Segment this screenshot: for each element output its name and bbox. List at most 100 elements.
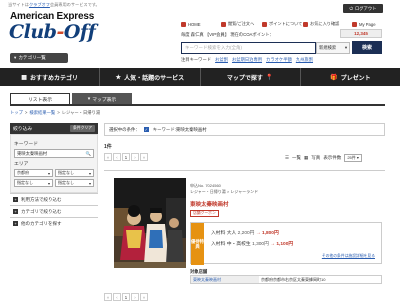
prev-page-button[interactable]: ‹ (113, 293, 121, 301)
nav-label: プレゼント (340, 75, 371, 82)
search-button[interactable]: 検索 (352, 41, 382, 54)
brand-logo[interactable]: Club-Off (9, 21, 96, 43)
hot-keyword[interactable]: お盆割 (215, 57, 228, 63)
stores-table: 東映太秦映画村 京都府京都市右京区太秦東蜂岡町10 (190, 275, 382, 284)
grid-view-icon[interactable]: ▦ (304, 155, 308, 161)
price-label: 入村料 大人 (211, 231, 237, 236)
side-link-label: カテゴリで絞り込む (21, 208, 62, 214)
filter-by-usage[interactable]: + 利用方法で絞り込む (10, 193, 98, 205)
notice-suffix: 会員専用のサービスです。 (49, 2, 100, 7)
keyword-label: キーワード (14, 142, 38, 147)
nav-mypage[interactable]: My Page (359, 22, 376, 27)
chevron-down-icon: ▾ (344, 45, 347, 50)
plus-icon: + (13, 221, 18, 226)
nav-recommended[interactable]: ▦ おすすめカテゴリ (0, 68, 101, 86)
pagination-top: « ‹ 1 › » (104, 153, 148, 161)
keyword-value: 東映太秦映画村 (17, 150, 48, 156)
nav-map[interactable]: マップで探す 📍 (201, 68, 301, 86)
area-select-value: 指定なし (17, 180, 33, 185)
product-name[interactable]: 東映太秦映画村 (190, 200, 229, 208)
store-name[interactable]: 東映太秦映画村 (191, 276, 259, 283)
more-conditions-link[interactable]: その他の条件は施設詳細を見る (322, 254, 375, 259)
nav-points[interactable]: ポイントについて (269, 21, 302, 27)
coupon-badge: 店舗クーポン (190, 210, 219, 217)
hot-keyword[interactable]: 九州旅割 (296, 57, 313, 63)
nav-label: マップで探す (226, 75, 263, 82)
next-page-button[interactable]: › (131, 293, 139, 301)
breadcrumb: トップ > 検索結果一覧 > レジャー・日帰り湯 (10, 110, 100, 116)
prev-page-button[interactable]: ‹ (113, 153, 121, 161)
page-number[interactable]: 1 (122, 153, 130, 161)
plus-icon: + (13, 197, 18, 202)
home-icon (181, 21, 186, 27)
result-count: 1件 (104, 144, 112, 150)
user-info: 毎度 森仁真 【VIP会員】 現在のCOAポイント： (181, 32, 274, 38)
list-view-label[interactable]: 一覧 (292, 155, 301, 161)
category-button-label: カテゴリ一覧 (18, 55, 46, 60)
last-page-button[interactable]: » (140, 293, 148, 301)
hot-keyword[interactable]: お盆期日泊専用 (232, 57, 262, 63)
nav-label: 人気・話題のサービス (124, 75, 185, 82)
first-page-button[interactable]: « (104, 293, 112, 301)
hot-keyword[interactable]: カラオケ半額 (266, 57, 292, 63)
top-nav-points: ポイントについて (262, 20, 302, 28)
menu-icon: ▾ (14, 55, 17, 60)
price-sale: 1,100円 (276, 242, 294, 247)
next-page-button[interactable]: › (131, 153, 139, 161)
nav-label: おすすめカテゴリ (29, 75, 78, 82)
area-select-value: 指定なし (58, 170, 74, 175)
benefit-tag: 優待特典 (191, 223, 204, 265)
logout-label: ログアウト (354, 5, 377, 11)
check-icon[interactable]: ✓ (143, 127, 149, 132)
per-page-select[interactable]: 25件 ▾ (344, 154, 362, 162)
main-nav: ▦ おすすめカテゴリ ★ 人気・話題のサービス マップで探す 📍 🎁 プレゼント (0, 68, 400, 86)
active-filter-chip[interactable]: キーワード:東映太秦映画村 (153, 127, 207, 133)
clear-filter-button[interactable]: 条件クリア (70, 125, 95, 132)
notice-prefix: 当サイトは (8, 2, 29, 7)
crumb-sep: > (24, 110, 28, 115)
arrow-icon: → (255, 231, 261, 236)
brand-club: Club (9, 21, 57, 43)
other-category[interactable]: + 他のカテゴリを探す (10, 217, 98, 229)
nav-history[interactable]: 閲覧/ご注文へ (228, 21, 254, 27)
area-select[interactable]: 京都府 ▾ (14, 169, 53, 177)
price-adult: 入村料 大人 2,200円 → 1,800円 (211, 229, 279, 236)
sidebar-body: キーワード 東映太秦映画村 🔍 エリア 京都府 ▾ 指定なし ▾ 指定なし ▾ 指定なし… (10, 134, 98, 193)
area-select[interactable]: 指定なし ▾ (55, 169, 94, 177)
category-list-button[interactable]: ▾ カテゴリ一覧 (10, 53, 68, 63)
nav-favorites[interactable]: お気に入り確認 (310, 21, 339, 27)
notice-link[interactable]: クラブオフ (29, 2, 50, 7)
search-mode-select[interactable]: 新規検索 ▾ (316, 42, 350, 54)
arrow-icon: → (270, 242, 276, 247)
nav-home[interactable]: HOME (188, 22, 201, 27)
search-input[interactable]: キーワード検索を入力(全角) (181, 42, 316, 54)
product-category: レジャー・日帰り湯 > レジャーランド (190, 189, 259, 194)
top-nav-mypage: My Page (352, 20, 376, 28)
page-number[interactable]: 1 (122, 293, 130, 301)
area-select[interactable]: 指定なし ▾ (14, 179, 53, 187)
first-page-button[interactable]: « (104, 153, 112, 161)
grid-view-label[interactable]: 写真 (311, 155, 320, 161)
filter-by-category[interactable]: + カテゴリで絞り込む (10, 205, 98, 217)
product-image[interactable] (114, 178, 186, 268)
nav-present[interactable]: 🎁 プレゼント (301, 68, 400, 86)
map-pin-icon: 📍 (265, 74, 274, 81)
logout-button[interactable]: ⏻ ログアウト (343, 4, 383, 13)
keyword-input[interactable]: 東映太秦映画村 🔍 (14, 149, 94, 158)
area-select-value: 京都府 (17, 170, 29, 175)
sidebar-header: 絞り込み 条件クリア (10, 123, 98, 134)
user-name: 毎度 森仁真 (181, 32, 204, 37)
nav-popular[interactable]: ★ 人気・話題のサービス (100, 68, 201, 86)
list-view-icon[interactable]: ☰ (285, 155, 289, 161)
heart-icon (303, 21, 308, 27)
view-options: ☰ 一覧 ▦ 写真 表示件数 25件 ▾ (285, 154, 362, 162)
top-nav: HOME (181, 20, 201, 28)
crumb-sep: > (57, 110, 60, 115)
search-icon[interactable]: 🔍 (86, 151, 91, 157)
top-nav-favorites: お気に入り確認 (303, 20, 339, 28)
crumb-top[interactable]: トップ (10, 110, 23, 116)
last-page-button[interactable]: » (140, 153, 148, 161)
area-select[interactable]: 指定なし ▾ (55, 179, 94, 187)
crumb-results[interactable]: 検索結果一覧 (29, 110, 55, 116)
per-page-label: 表示件数 (323, 155, 342, 160)
